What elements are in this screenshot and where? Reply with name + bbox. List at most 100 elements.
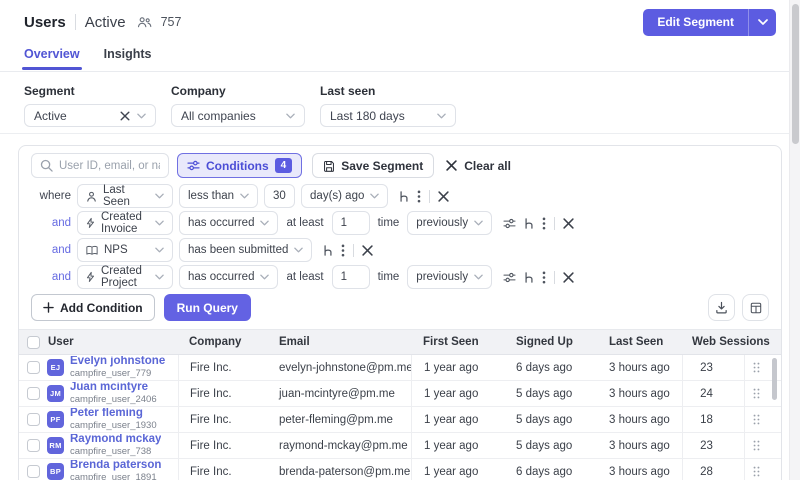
table-row[interactable]: JM Juan mcintyre campfire_user_2406 Fire… — [19, 381, 781, 407]
last-seen-filter-select[interactable]: Last 180 days — [320, 104, 456, 127]
table-scrollbar-thumb[interactable] — [772, 358, 777, 400]
clear-all-button[interactable]: Clear all — [446, 159, 511, 173]
row-checkbox[interactable] — [27, 439, 40, 452]
condition-list: where Last Seen less than day(s) ago — [31, 184, 769, 289]
condition-value-input[interactable] — [264, 184, 295, 208]
tab-insights[interactable]: Insights — [104, 47, 152, 70]
row-actions-icon[interactable] — [753, 387, 760, 400]
user-name-link[interactable]: Brenda paterson — [70, 460, 161, 471]
row-checkbox[interactable] — [27, 387, 40, 400]
web-sessions-cell: 28 — [682, 459, 744, 480]
search-input[interactable] — [59, 160, 160, 172]
user-id: campfire_user_738 — [70, 447, 161, 457]
column-header-last-seen[interactable]: Last Seen — [597, 330, 682, 354]
row-checkbox[interactable] — [27, 413, 40, 426]
column-header-company[interactable]: Company — [178, 330, 269, 354]
condition-field-select[interactable]: Created Invoice — [77, 211, 173, 235]
row-checkbox[interactable] — [27, 465, 40, 478]
tab-overview[interactable]: Overview — [24, 47, 80, 70]
remove-condition-icon[interactable] — [362, 245, 373, 256]
sliders-icon[interactable] — [503, 218, 516, 229]
person-icon — [86, 191, 97, 202]
row-actions-icon[interactable] — [753, 413, 760, 426]
condition-unit-select[interactable]: previously — [407, 211, 492, 235]
edit-segment-caret-button[interactable] — [748, 9, 776, 36]
condition-unit-select[interactable]: day(s) ago — [301, 184, 388, 208]
table-row[interactable]: RM Raymond mckay campfire_user_738 Fire … — [19, 433, 781, 459]
kebab-icon[interactable] — [417, 190, 421, 203]
first-seen-cell: 1 year ago — [411, 381, 504, 406]
column-header-first-seen[interactable]: First Seen — [411, 330, 504, 354]
users-page: Users Active 757 Edit Segment Overview I… — [0, 0, 800, 480]
run-query-button[interactable]: Run Query — [164, 294, 251, 321]
column-header-web-sessions[interactable]: Web Sessions — [682, 330, 744, 354]
page-scrollbar[interactable] — [789, 0, 800, 480]
kebab-icon[interactable] — [341, 244, 345, 257]
first-seen-cell: 1 year ago — [411, 407, 504, 432]
condition-value-input[interactable] — [332, 211, 370, 235]
condition-operator-select[interactable]: has occurred — [179, 211, 278, 235]
row-actions-icon[interactable] — [753, 361, 760, 374]
row-actions-icon[interactable] — [753, 439, 760, 452]
add-condition-button[interactable]: Add Condition — [31, 294, 155, 321]
column-header-email[interactable]: Email — [269, 330, 411, 354]
table-row[interactable]: EJ Evelyn johnstone campfire_user_779 Fi… — [19, 355, 781, 381]
condition-operator-select[interactable]: less than — [179, 184, 258, 208]
download-button[interactable] — [708, 294, 735, 321]
tabs-divider — [0, 71, 800, 72]
user-name-link[interactable]: Juan mcintyre — [70, 382, 157, 393]
histogram-icon[interactable] — [524, 271, 534, 284]
select-all-checkbox[interactable] — [27, 336, 40, 349]
condition-field-select[interactable]: Last Seen — [77, 184, 173, 208]
avatar: EJ — [47, 359, 64, 376]
kebab-icon[interactable] — [542, 217, 546, 230]
segment-filter-value: Active — [34, 109, 67, 123]
page-scrollbar-thumb[interactable] — [792, 4, 799, 144]
condition-field-value: Created Project — [101, 265, 149, 289]
email-cell: peter-fleming@pm.me — [269, 407, 411, 432]
avatar: PF — [47, 411, 64, 428]
column-header-user[interactable]: User — [45, 330, 178, 354]
row-actions-icon[interactable] — [753, 465, 760, 478]
sliders-icon[interactable] — [503, 272, 516, 283]
row-checkbox[interactable] — [27, 361, 40, 374]
remove-condition-icon[interactable] — [563, 218, 574, 229]
email-cell: brenda-paterson@pm.me — [269, 459, 411, 480]
table-row[interactable]: BP Brenda paterson campfire_user_1891 Fi… — [19, 459, 781, 480]
condition-operator-select[interactable]: has occurred — [179, 265, 278, 289]
histogram-icon[interactable] — [323, 244, 333, 257]
signed-up-cell: 5 days ago — [504, 433, 597, 458]
close-icon[interactable] — [120, 111, 130, 121]
company-filter-select[interactable]: All companies — [171, 104, 305, 127]
condition-unit-select[interactable]: previously — [407, 265, 492, 289]
edit-segment-button[interactable]: Edit Segment — [643, 9, 748, 36]
save-segment-button[interactable]: Save Segment — [312, 153, 434, 178]
condition-field-select[interactable]: Created Project — [77, 265, 173, 289]
condition-operator-select[interactable]: has been submitted — [179, 238, 312, 262]
user-name-link[interactable]: Evelyn johnstone — [70, 356, 165, 367]
segment-filter-select[interactable]: Active — [24, 104, 156, 127]
user-name-link[interactable]: Raymond mckay — [70, 434, 161, 445]
histogram-icon[interactable] — [524, 217, 534, 230]
columns-button[interactable] — [742, 294, 769, 321]
conditions-button[interactable]: Conditions 4 — [177, 153, 302, 178]
chevron-down-icon — [758, 19, 768, 25]
avatar: RM — [47, 437, 64, 454]
divider — [554, 217, 555, 230]
remove-condition-icon[interactable] — [563, 272, 574, 283]
remove-condition-icon[interactable] — [438, 191, 449, 202]
chevron-down-icon — [137, 113, 146, 119]
condition-row-actions — [503, 271, 574, 284]
histogram-icon[interactable] — [399, 190, 409, 203]
web-sessions-cell: 18 — [682, 407, 744, 432]
table-row[interactable]: PF Peter fleming campfire_user_1930 Fire… — [19, 407, 781, 433]
column-header-signed-up[interactable]: Signed Up — [504, 330, 597, 354]
save-icon — [323, 160, 335, 172]
condition-value-input[interactable] — [332, 265, 370, 289]
company-filter-value: All companies — [181, 109, 256, 123]
user-name-link[interactable]: Peter fleming — [70, 408, 157, 419]
condition-connector: and — [31, 244, 71, 256]
kebab-icon[interactable] — [542, 271, 546, 284]
title-group: Users Active 757 — [24, 14, 181, 31]
condition-field-select[interactable]: NPS — [77, 238, 173, 262]
